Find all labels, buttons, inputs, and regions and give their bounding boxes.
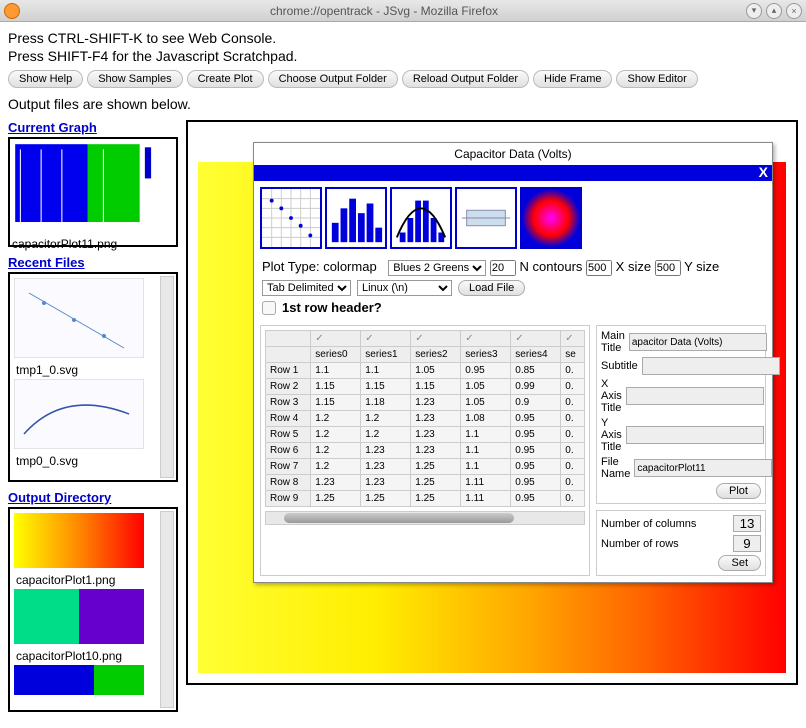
output-dir-panel[interactable]: capacitorPlot1.png capacitorPlot10.png: [8, 507, 178, 712]
main-title-input[interactable]: [629, 333, 767, 351]
close-button[interactable]: ×: [786, 3, 802, 19]
toolbar-create-plot[interactable]: Create Plot: [187, 70, 264, 88]
xsize-input[interactable]: [586, 260, 612, 276]
colormap-icon[interactable]: [520, 187, 582, 249]
window-title: chrome://opentrack - JSvg - Mozilla Fire…: [26, 4, 742, 18]
nrows-input[interactable]: [733, 535, 761, 552]
filename-label: File Name: [601, 456, 630, 480]
data-table-container: ✓✓✓✓✓✓series0series1series2series3series…: [260, 325, 590, 576]
recent-files-panel[interactable]: tmp1_0.svg tmp0_0.svg: [8, 272, 178, 482]
ncontours-input[interactable]: [490, 260, 516, 276]
delimiter-select[interactable]: Tab Delimited: [262, 280, 351, 296]
chart-type-icons: [254, 181, 772, 255]
ncontours-label: N contours: [520, 259, 583, 274]
table-hscrollbar[interactable]: [265, 511, 585, 525]
set-button[interactable]: Set: [718, 555, 761, 571]
eol-select[interactable]: Linux (\n): [357, 280, 452, 296]
output-thumb-3: [14, 665, 144, 695]
xaxis-input[interactable]: [626, 387, 764, 405]
hint-line-2: Press SHIFT-F4 for the Javascript Scratc…: [8, 48, 798, 64]
main-canvas: Capacitor Data (Volts) X Plot Type: colo…: [186, 120, 798, 685]
boxplot-icon[interactable]: [455, 187, 517, 249]
toolbar-show-samples[interactable]: Show Samples: [87, 70, 182, 88]
nrows-label: Number of rows: [601, 538, 729, 550]
hint-line-1: Press CTRL-SHIFT-K to see Web Console.: [8, 30, 798, 46]
dialog-close-icon[interactable]: X: [759, 164, 768, 180]
plot-properties-form: Main Title Subtitle X Axis Title Y Axis …: [596, 325, 766, 504]
minimize-button[interactable]: ▾: [746, 3, 762, 19]
toolbar-reload-output-folder[interactable]: Reload Output Folder: [402, 70, 529, 88]
xaxis-label: X Axis Title: [601, 378, 622, 414]
ncols-label: Number of columns: [601, 518, 729, 530]
output-thumb-2: [14, 589, 144, 644]
output-dir-title: Output Directory: [8, 490, 178, 505]
main-title-label: Main Title: [601, 330, 625, 354]
plot-dialog: Capacitor Data (Volts) X Plot Type: colo…: [253, 142, 773, 583]
load-file-button[interactable]: Load File: [458, 280, 525, 296]
dialog-title: Capacitor Data (Volts): [254, 143, 772, 165]
recent-scrollbar[interactable]: [160, 276, 174, 478]
ysize-label: Y size: [684, 259, 719, 274]
maximize-button[interactable]: ▴: [766, 3, 782, 19]
toolbar: Show HelpShow Samples Create PlotChoose O…: [8, 70, 798, 88]
first-row-label: 1st row header?: [282, 300, 382, 315]
yaxis-input[interactable]: [626, 426, 764, 444]
recent-file-1: tmp1_0.svg: [14, 361, 172, 379]
dialog-header-bar[interactable]: X: [254, 165, 772, 181]
current-graph-thumbnail: [10, 139, 176, 232]
plot-type-label: Plot Type:: [262, 259, 320, 274]
ysize-input[interactable]: [655, 260, 681, 276]
yaxis-label: Y Axis Title: [601, 417, 622, 453]
toolbar-hide-frame[interactable]: Hide Frame: [533, 70, 612, 88]
first-row-checkbox[interactable]: [262, 301, 276, 315]
plot-button[interactable]: Plot: [716, 483, 761, 499]
recent-thumb-2: [14, 379, 144, 449]
plot-type-value: colormap: [323, 259, 376, 274]
ncols-input[interactable]: [733, 515, 761, 532]
bar-icon[interactable]: [325, 187, 387, 249]
recent-thumb-1: [14, 278, 144, 358]
data-table[interactable]: ✓✓✓✓✓✓series0series1series2series3series…: [265, 330, 585, 507]
current-graph-panel[interactable]: capacitorPlot11.png: [8, 137, 178, 247]
subtitle-label: Subtitle: [601, 360, 638, 372]
current-graph-filename: capacitorPlot11.png: [10, 235, 176, 253]
firefox-icon: [4, 3, 20, 19]
subtitle-input[interactable]: [642, 357, 780, 375]
xsize-label: X size: [616, 259, 651, 274]
window-titlebar: chrome://opentrack - JSvg - Mozilla Fire…: [0, 0, 806, 22]
dimensions-form: Number of columns Number of rows Set: [596, 510, 766, 576]
histogram-icon[interactable]: [390, 187, 452, 249]
current-graph-title: Current Graph: [8, 120, 178, 135]
colormap-select[interactable]: Blues 2 Greens: [388, 260, 486, 276]
output-message: Output files are shown below.: [8, 96, 798, 112]
filename-input[interactable]: [634, 459, 772, 477]
output-file-1: capacitorPlot1.png: [14, 571, 172, 589]
scatter-icon[interactable]: [260, 187, 322, 249]
recent-files-title: Recent Files: [8, 255, 178, 270]
toolbar-choose-output-folder[interactable]: Choose Output Folder: [268, 70, 398, 88]
toolbar-show-editor[interactable]: Show Editor: [616, 70, 697, 88]
output-thumb-1: [14, 513, 144, 568]
toolbar-show-help[interactable]: Show Help: [8, 70, 83, 88]
output-file-2: capacitorPlot10.png: [14, 647, 172, 665]
output-scrollbar[interactable]: [160, 511, 174, 708]
recent-file-2: tmp0_0.svg: [14, 452, 172, 470]
